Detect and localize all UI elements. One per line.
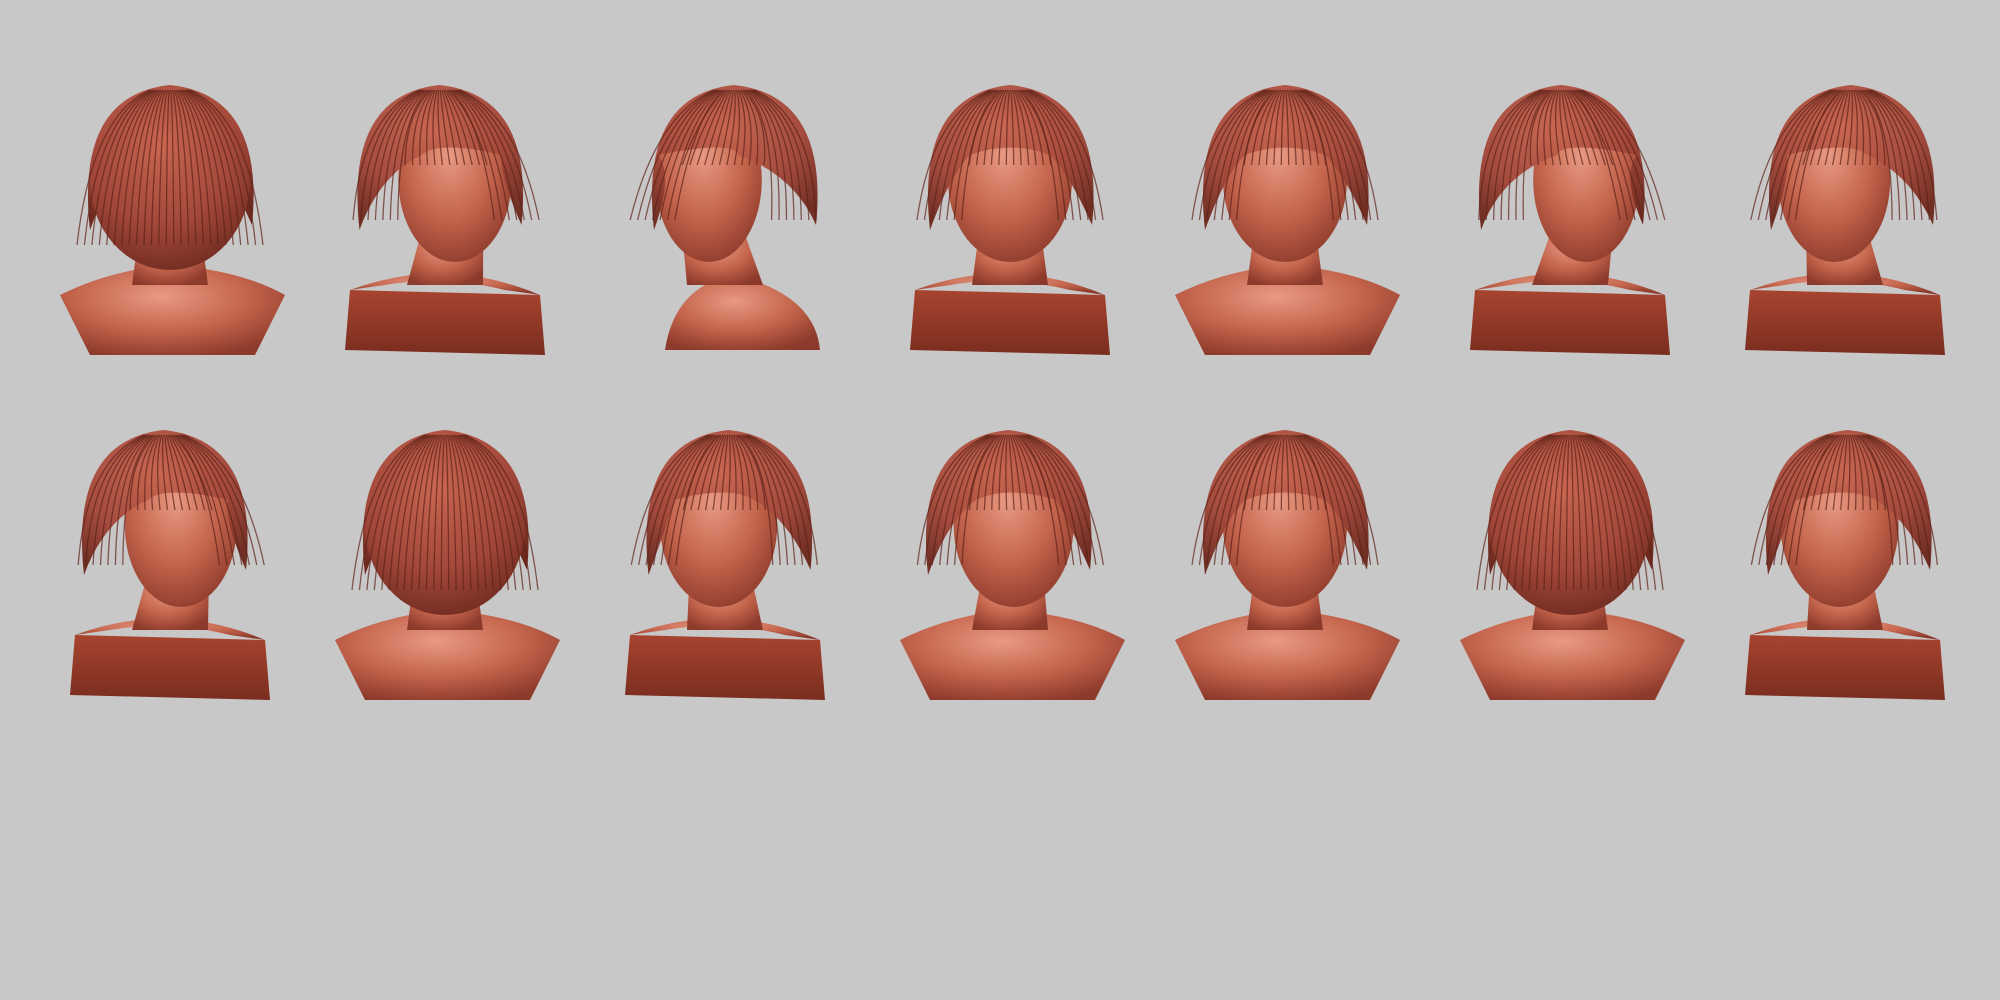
- bust-base-cut: [70, 635, 270, 700]
- bust-view-2-4: [900, 430, 1125, 700]
- bust-shoulders: [665, 275, 820, 350]
- bust-base-cut: [910, 290, 1110, 355]
- bust-view-2-3: [625, 430, 825, 700]
- bust-view-1-7: [1745, 85, 1945, 355]
- bust-view-1-4: [910, 85, 1110, 355]
- bust-view-2-2: [335, 430, 560, 700]
- bust-base-cut: [1745, 290, 1945, 355]
- sculpt-views: [60, 85, 1945, 700]
- bust-base-cut: [1745, 635, 1945, 700]
- bust-view-2-1: [70, 430, 270, 700]
- bust-view-1-1: [60, 85, 285, 355]
- bust-view-2-6: [1460, 430, 1685, 700]
- bust-view-2-5: [1175, 430, 1400, 700]
- bust-view-1-6: [1470, 85, 1670, 355]
- bust-base-cut: [625, 635, 825, 700]
- bust-base-cut: [345, 290, 545, 355]
- bust-view-1-3: [629, 85, 820, 350]
- bust-view-1-2: [345, 85, 545, 355]
- bust-view-2-7: [1745, 430, 1945, 700]
- bust-base-cut: [1470, 290, 1670, 355]
- turnaround-sheet: [60, 85, 1945, 700]
- bust-view-1-5: [1175, 85, 1400, 355]
